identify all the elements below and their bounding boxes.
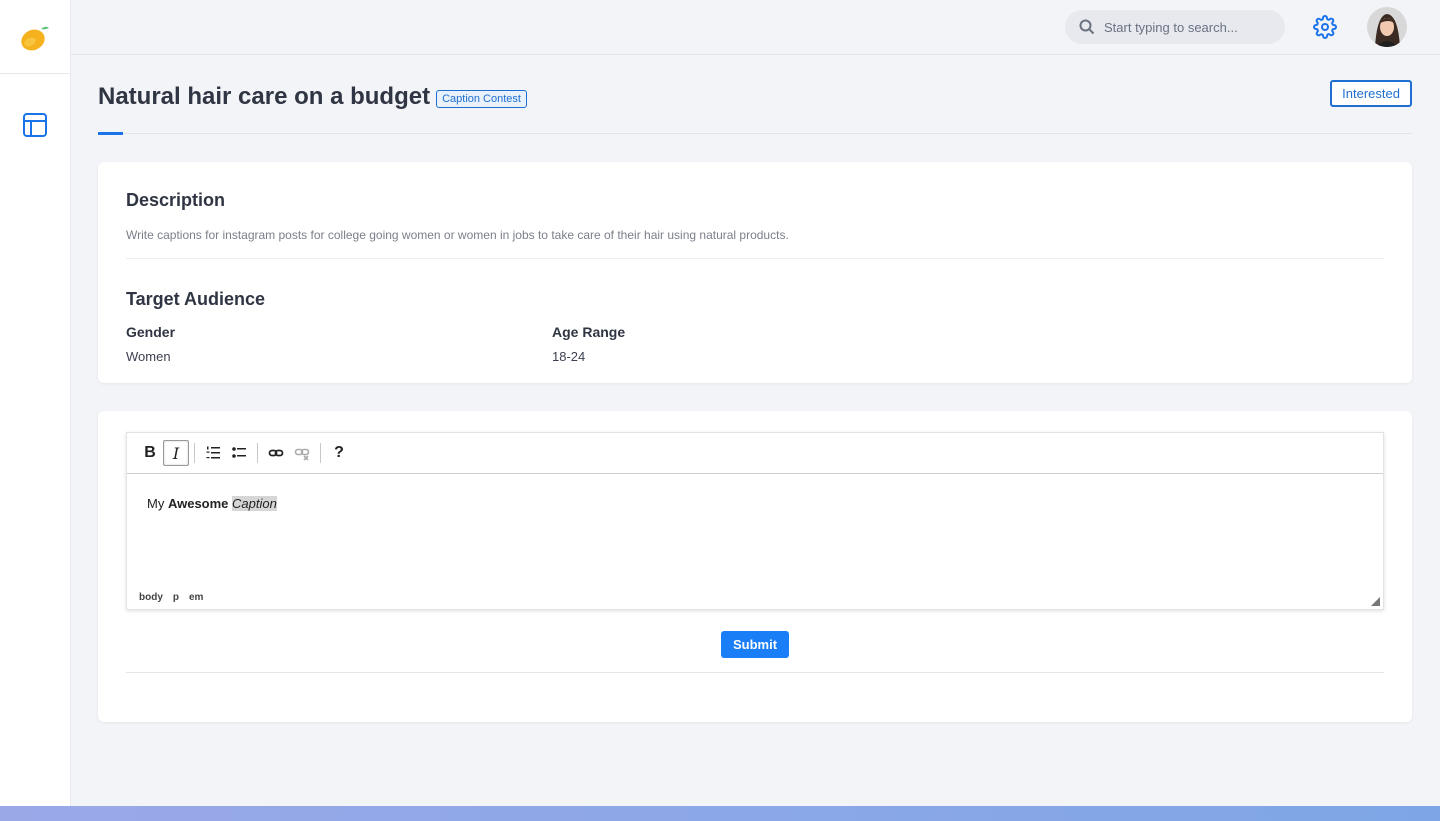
submit-row: Submit <box>126 631 1384 658</box>
caption-bold-text: Awesome <box>167 496 229 511</box>
path-p[interactable]: p <box>173 592 179 603</box>
unlink-button[interactable] <box>289 440 315 466</box>
element-path-bar: body p em <box>139 592 203 603</box>
ordered-list-button[interactable] <box>200 440 226 466</box>
gender-label: Gender <box>126 324 176 340</box>
submit-button[interactable]: Submit <box>720 631 790 658</box>
bottom-gradient-bar <box>0 806 1440 821</box>
age-range-column: Age Range 18-24 <box>552 324 978 364</box>
main-content: Natural hair care on a budget Caption Co… <box>98 55 1412 722</box>
age-range-value: 18-24 <box>552 349 586 364</box>
layout-icon <box>23 113 47 137</box>
gender-value: Women <box>126 349 171 364</box>
page-header: Natural hair care on a budget Caption Co… <box>98 55 1412 135</box>
logo[interactable] <box>0 0 70 74</box>
search-input[interactable] <box>1104 19 1274 35</box>
page-title: Natural hair care on a budget Caption Co… <box>98 83 527 111</box>
editor-content[interactable]: My Awesome Caption <box>127 474 1383 533</box>
gear-icon[interactable] <box>1313 15 1337 39</box>
submission-card: B I ? My Awesome Caption body p em Submi… <box>98 411 1412 722</box>
age-range-label: Age Range <box>552 324 626 340</box>
avatar[interactable] <box>1367 7 1407 47</box>
help-button[interactable]: ? <box>326 440 352 466</box>
description-text: Write captions for instagram posts for c… <box>126 228 789 242</box>
unlink-icon <box>294 448 310 461</box>
editor-toolbar: B I ? <box>127 433 1383 474</box>
search-icon <box>1079 19 1095 35</box>
header-underline <box>98 132 123 135</box>
gender-column: Gender Women <box>126 324 552 364</box>
sidebar <box>0 0 71 806</box>
bullet-list-icon <box>232 447 246 458</box>
mango-icon <box>21 26 49 50</box>
path-body[interactable]: body <box>139 592 163 603</box>
contest-type-badge: Caption Contest <box>436 90 527 108</box>
target-audience-heading: Target Audience <box>126 289 266 309</box>
search-box[interactable] <box>1065 10 1285 44</box>
description-card: Description Write captions for instagram… <box>98 162 1412 383</box>
description-heading: Description <box>126 190 226 210</box>
caption-italic-text: Caption <box>232 496 277 511</box>
divider <box>126 672 1384 673</box>
user-avatar-icon <box>1367 7 1407 47</box>
toolbar-separator <box>257 443 258 463</box>
topbar <box>71 0 1440 55</box>
italic-button[interactable]: I <box>163 440 189 466</box>
italic-icon: I <box>172 443 180 463</box>
target-audience-grid: Gender Women Age Range 18-24 <box>126 324 1384 364</box>
link-button[interactable] <box>263 440 289 466</box>
toolbar-separator <box>320 443 321 463</box>
bold-button[interactable]: B <box>137 440 163 466</box>
caption-plain-text: My <box>147 496 168 511</box>
bullet-list-button[interactable] <box>226 440 252 466</box>
help-icon: ? <box>334 444 344 461</box>
page-title-text: Natural hair care on a budget <box>98 83 431 110</box>
bold-icon: B <box>144 444 156 461</box>
link-icon <box>268 449 284 457</box>
rich-text-editor: B I ? My Awesome Caption body p em <box>126 432 1384 610</box>
toolbar-separator <box>194 443 195 463</box>
resize-handle[interactable] <box>1371 597 1380 606</box>
divider <box>126 258 1384 259</box>
path-em[interactable]: em <box>189 592 203 603</box>
interested-button[interactable]: Interested <box>1330 80 1412 107</box>
sidebar-item-dashboard[interactable] <box>0 112 70 138</box>
ordered-list-icon <box>206 446 220 459</box>
